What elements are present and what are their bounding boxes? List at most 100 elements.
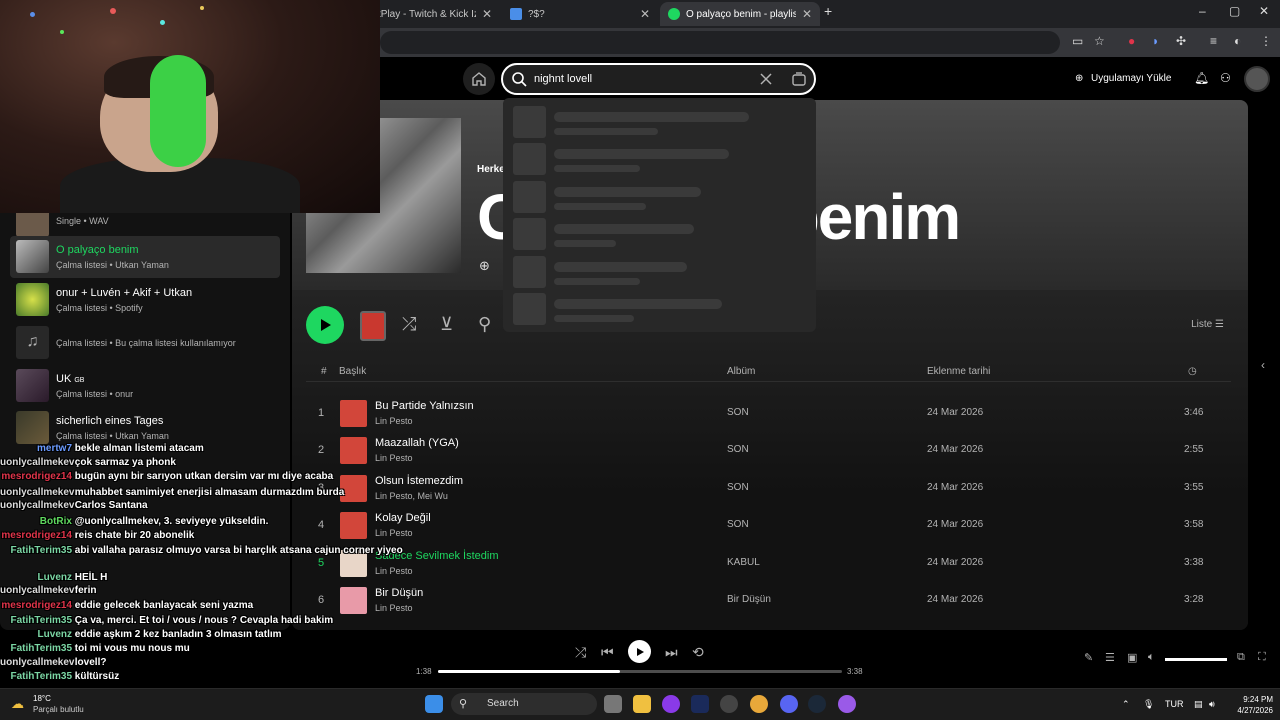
install-app-icon[interactable]: ⊕ <box>1075 73 1083 84</box>
track-album[interactable]: SON <box>727 482 749 493</box>
app-icon[interactable] <box>720 695 738 713</box>
friend-activity-icon[interactable]: ⚇ <box>1220 71 1231 85</box>
clear-search-icon[interactable] <box>759 72 773 86</box>
track-album[interactable]: SON <box>727 519 749 530</box>
file-explorer-icon[interactable] <box>633 695 651 713</box>
bookmark-star-icon[interactable]: ☆ <box>1094 34 1105 48</box>
library-item-unavailable[interactable]: ♫ Çalma listesi • Bu çalma listesi kulla… <box>10 322 280 364</box>
play-button[interactable] <box>306 306 344 344</box>
task-view-icon[interactable] <box>604 695 622 713</box>
weather-description[interactable]: Parçalı bulutlu <box>33 705 84 714</box>
track-artist[interactable]: Lin Pesto <box>375 416 413 426</box>
track-artist[interactable]: Lin Pesto <box>375 566 413 576</box>
speaker-icon[interactable]: 🔊︎ <box>1209 699 1215 710</box>
tab-tplay[interactable]: tPlay - Twitch & Kick İzleyici ✕ <box>370 2 500 26</box>
browse-icon[interactable] <box>791 71 807 87</box>
track-album[interactable]: SON <box>727 407 749 418</box>
minimize-button[interactable]: – <box>1199 4 1206 18</box>
reading-list-icon[interactable]: ≡ <box>1210 34 1217 48</box>
search-query[interactable]: nighnt lovell <box>534 73 592 85</box>
track-title[interactable]: Maazallah (YGA) <box>375 437 459 449</box>
app-icon[interactable] <box>662 695 680 713</box>
volume-icon[interactable]: 🔈︎ <box>1148 651 1155 664</box>
shuffle-icon[interactable]: ⤮ <box>402 314 416 335</box>
table-row[interactable]: 1 Bu Partide Yalnızsın Lin Pesto SON 24 … <box>306 395 1231 432</box>
track-title[interactable]: Olsun İstemezdim <box>375 475 463 487</box>
tab-close-icon[interactable]: ✕ <box>640 7 650 21</box>
track-artist[interactable]: Lin Pesto <box>375 603 413 613</box>
view-mode-toggle[interactable]: Liste ☰ <box>1191 319 1224 330</box>
tab-close-icon[interactable]: ✕ <box>802 7 812 21</box>
microphone-icon[interactable]: 🎙︎ <box>1143 699 1154 710</box>
new-tab-button[interactable]: + <box>824 3 832 19</box>
track-artist[interactable]: Lin Pesto <box>375 528 413 538</box>
table-row[interactable]: 6 Bir Düşün Lin Pesto Bir Düşün 24 Mar 2… <box>306 582 1231 619</box>
tab-spotify[interactable]: O palyaço benim - playlist by U ✕ <box>660 2 820 26</box>
play-pause-button[interactable] <box>628 640 651 663</box>
maximize-button[interactable]: ▢ <box>1229 4 1240 18</box>
weather-temperature[interactable]: 18°C <box>33 694 51 703</box>
shuffle-icon[interactable]: ⤮ <box>575 644 586 661</box>
weather-icon[interactable]: ☁︎ <box>11 696 24 712</box>
previous-track-icon[interactable]: ⏮︎ <box>601 644 614 661</box>
track-album[interactable]: SON <box>727 444 749 455</box>
notifications-bell-icon[interactable]: 🔔︎ <box>1194 71 1209 85</box>
table-row[interactable]: 2 Maazallah (YGA) Lin Pesto SON 24 Mar 2… <box>306 432 1231 469</box>
library-item-o-palyaco-benim[interactable]: O palyaço benim Çalma listesi • Utkan Ya… <box>10 236 280 278</box>
address-bar[interactable] <box>380 31 1060 54</box>
collapse-panel-chevron-icon[interactable]: ‹ <box>1261 358 1265 372</box>
windows-start-icon[interactable] <box>425 695 443 713</box>
library-item-uk[interactable]: UK GB Çalma listesi • onur <box>10 365 280 407</box>
stream-chat-overlay: mertw7 bekle alman listemi atacam uonlyc… <box>0 443 403 688</box>
duration-clock-icon: ◷ <box>1188 366 1197 377</box>
track-album[interactable]: Bir Düşün <box>727 594 771 605</box>
add-user-icon[interactable]: ⚲ <box>478 314 491 335</box>
track-album[interactable]: KABUL <box>727 557 760 568</box>
extension-icon[interactable]: ● <box>1128 34 1135 48</box>
repeat-icon[interactable]: ⟲ <box>692 644 704 661</box>
table-row-playing[interactable]: 5 Sadece Sevilmek İstedim Lin Pesto KABU… <box>306 545 1231 582</box>
network-icon[interactable]: ▤ <box>1194 699 1203 710</box>
table-row[interactable]: 3 Olsun İstemezdim Lin Pesto, Mei Wu SON… <box>306 470 1231 507</box>
input-language[interactable]: TUR <box>1165 699 1184 709</box>
next-track-icon[interactable]: ⏭︎ <box>665 644 678 661</box>
add-collaborator-icon[interactable]: ⊕ <box>479 258 490 274</box>
cast-icon[interactable]: ▭ <box>1072 34 1083 48</box>
track-artist[interactable]: Lin Pesto, Mei Wu <box>375 491 448 501</box>
track-title[interactable]: Bir Düşün <box>375 587 423 599</box>
install-app-link[interactable]: Uygulamayı Yükle <box>1091 73 1171 84</box>
playlist-mini-cover[interactable] <box>360 311 386 341</box>
photoshop-icon[interactable] <box>691 695 709 713</box>
extension-icon[interactable]: ◗ <box>1152 34 1159 48</box>
connect-device-icon[interactable]: ▣ <box>1127 651 1137 664</box>
table-row[interactable]: 4 Kolay Değil Lin Pesto SON 24 Mar 2026 … <box>306 507 1231 544</box>
queue-icon[interactable]: ☰ <box>1105 651 1115 664</box>
mini-player-icon[interactable]: ⧉ <box>1237 651 1245 664</box>
taskbar-search-box[interactable]: Search <box>451 693 597 715</box>
menu-kebab-icon[interactable]: ⋮ <box>1260 34 1272 48</box>
fullscreen-icon[interactable]: ⛶ <box>1258 651 1266 664</box>
download-icon[interactable]: ⊻ <box>440 314 453 335</box>
steam-icon[interactable] <box>808 695 826 713</box>
track-title[interactable]: Bu Partide Yalnızsın <box>375 400 474 412</box>
search-input[interactable]: nighnt lovell <box>501 63 816 95</box>
now-playing-view-icon[interactable]: ✎ <box>1084 651 1093 664</box>
tray-overflow-chevron-icon[interactable]: ⌃ <box>1122 699 1130 710</box>
profile-icon[interactable]: ◐ <box>1234 34 1241 48</box>
app-icon[interactable] <box>838 695 856 713</box>
track-title[interactable]: Kolay Değil <box>375 512 431 524</box>
discord-icon[interactable] <box>780 695 798 713</box>
library-item-onur[interactable]: onur + Luvén + Akif + Utkan Çalma listes… <box>10 279 280 321</box>
home-button[interactable] <box>463 63 495 95</box>
extensions-puzzle-icon[interactable]: ✣ <box>1176 34 1186 48</box>
close-window-button[interactable]: ✕ <box>1259 4 1269 18</box>
track-artist[interactable]: Lin Pesto <box>375 453 413 463</box>
user-avatar[interactable] <box>1244 66 1270 92</box>
tab-close-icon[interactable]: ✕ <box>482 7 492 21</box>
tab-second[interactable]: ?$? ✕ <box>502 2 658 26</box>
playback-progress-bar[interactable] <box>438 670 842 673</box>
system-clock[interactable]: 9:24 PM 4/27/2026 <box>1223 694 1273 716</box>
track-number: 1 <box>318 407 325 419</box>
volume-slider[interactable] <box>1165 658 1227 661</box>
chrome-icon[interactable] <box>750 695 768 713</box>
